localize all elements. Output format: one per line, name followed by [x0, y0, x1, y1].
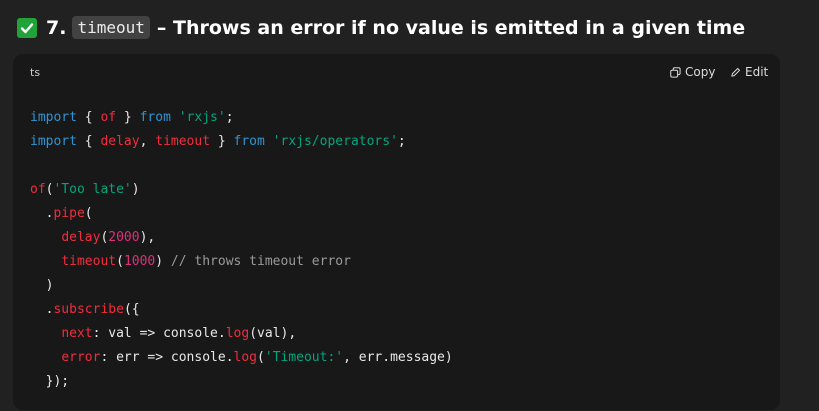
code-language-label: ts: [30, 66, 41, 79]
code-line: .subscribe({: [30, 302, 140, 317]
code-line: timeout(1000) // throws timeout error: [61, 254, 351, 269]
code-block-header: ts Copy Edit: [13, 54, 780, 90]
copy-button[interactable]: Copy: [670, 65, 715, 79]
code-line: });: [30, 374, 70, 389]
code-line: .pipe(: [30, 206, 93, 221]
code-line: of('Too late'): [30, 182, 140, 197]
code-line: import { delay, timeout } from 'rxjs/ope…: [30, 134, 406, 149]
code-line: error: err => console.log('Timeout:', er…: [61, 350, 453, 365]
edit-button-label: Edit: [745, 65, 769, 79]
code-line: delay(2000),: [61, 230, 156, 245]
heading-inline-code: timeout: [72, 16, 150, 39]
section-heading: 7. timeout – Throws an error if no value…: [17, 16, 745, 39]
heading-text: – Throws an error if no value is emitted…: [156, 16, 746, 39]
edit-button[interactable]: Edit: [730, 65, 768, 79]
check-mark-icon: [17, 17, 37, 38]
copy-icon: [670, 66, 681, 78]
copy-button-label: Copy: [685, 65, 716, 79]
edit-icon: [731, 67, 741, 77]
code-content: import { of } from 'rxjs'; import { dela…: [30, 106, 453, 394]
code-line: next: val => console.log(val),: [61, 326, 297, 341]
code-line: ): [30, 278, 54, 293]
heading-number: 7.: [46, 16, 67, 39]
code-line: import { of } from 'rxjs';: [30, 110, 234, 125]
code-block: ts Copy Edit import { of } from 'rxjs'; …: [13, 54, 780, 410]
